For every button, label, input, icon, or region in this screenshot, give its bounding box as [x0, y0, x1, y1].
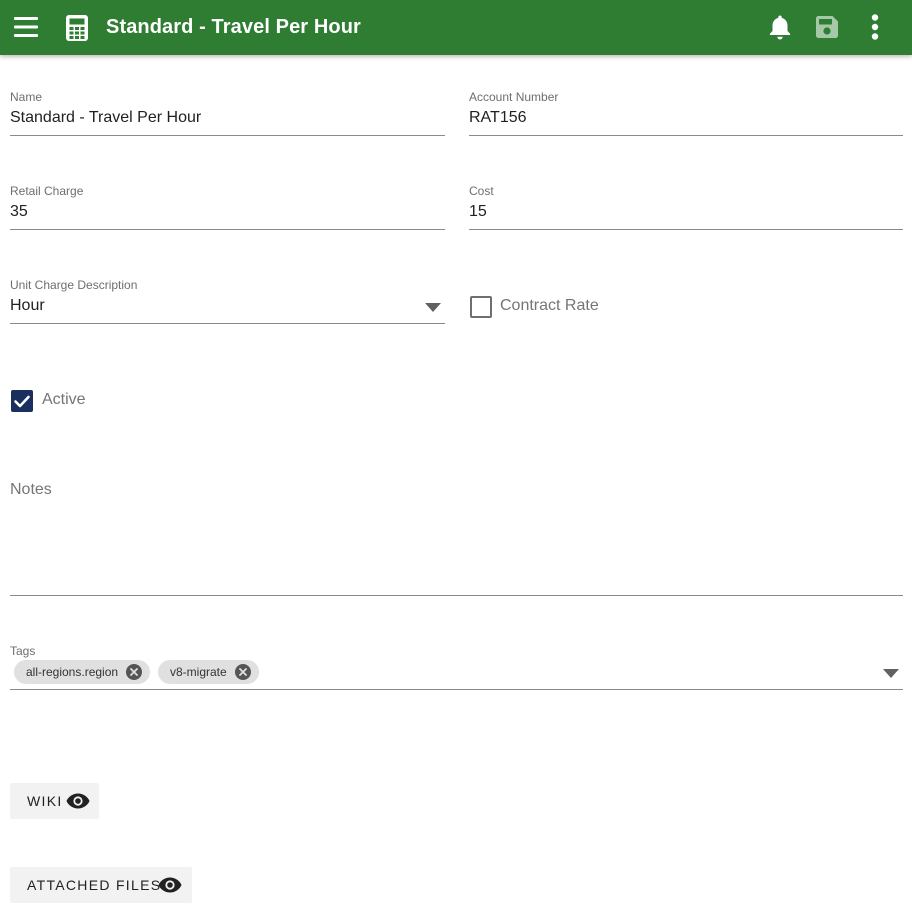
tag-chip-label: all-regions.region: [26, 665, 119, 679]
contract-rate-checkbox[interactable]: [470, 296, 492, 318]
tag-chip[interactable]: v8-migrate: [158, 660, 259, 684]
retail-charge-value[interactable]: 35: [10, 203, 28, 221]
check-icon: [14, 395, 30, 408]
tags-dropdown-arrow-icon[interactable]: [883, 669, 899, 678]
name-underline: [10, 135, 445, 136]
tag-chip-label: v8-migrate: [170, 665, 227, 679]
wiki-button-label: WIKI: [27, 793, 63, 809]
retail-charge-underline: [10, 229, 445, 230]
remove-tag-icon[interactable]: [235, 664, 251, 680]
tags-field[interactable]: Tags all-regions.region v8-migrate: [10, 644, 903, 690]
name-label: Name: [10, 90, 43, 104]
notes-placeholder: Notes: [10, 481, 52, 498]
account-number-underline: [469, 135, 903, 136]
menu-icon[interactable]: [14, 15, 38, 39]
account-number-value[interactable]: RAT156: [469, 109, 527, 127]
active-checkbox[interactable]: [11, 390, 33, 412]
cost-underline: [469, 229, 903, 230]
unit-charge-description-label: Unit Charge Description: [10, 278, 138, 292]
eye-icon: [66, 793, 90, 809]
bell-icon[interactable]: [768, 15, 792, 40]
contract-rate-label: Contract Rate: [500, 297, 599, 314]
save-icon[interactable]: [816, 16, 838, 38]
calculator-icon: [66, 15, 88, 41]
tags-underline: [10, 689, 903, 690]
account-number-field[interactable]: Account Number RAT156: [469, 90, 903, 136]
unit-charge-description-value: Hour: [10, 297, 45, 314]
cost-field[interactable]: Cost 15: [469, 184, 903, 230]
name-value[interactable]: Standard - Travel Per Hour: [10, 109, 201, 127]
remove-tag-icon[interactable]: [126, 664, 142, 680]
page-title: Standard - Travel Per Hour: [106, 16, 361, 38]
cost-value[interactable]: 15: [469, 203, 487, 221]
tag-chip[interactable]: all-regions.region: [14, 660, 150, 684]
notes-textarea[interactable]: Notes: [10, 480, 903, 596]
unit-charge-description-select[interactable]: Unit Charge Description Hour: [10, 278, 445, 324]
retail-charge-label: Retail Charge: [10, 184, 84, 198]
account-number-label: Account Number: [469, 90, 559, 104]
dropdown-arrow-icon[interactable]: [425, 303, 441, 312]
retail-charge-field[interactable]: Retail Charge 35: [10, 184, 445, 230]
active-label: Active: [42, 391, 86, 408]
cost-label: Cost: [469, 184, 494, 198]
eye-icon: [158, 877, 182, 893]
attached-files-button[interactable]: ATTACHED FILES: [10, 867, 192, 903]
app-bar: Standard - Travel Per Hour: [0, 0, 912, 55]
name-field[interactable]: Name Standard - Travel Per Hour: [10, 90, 445, 136]
more-vert-icon[interactable]: [871, 14, 879, 40]
attached-files-button-label: ATTACHED FILES: [27, 877, 162, 893]
tags-label: Tags: [10, 644, 36, 658]
unit-charge-description-underline: [10, 323, 445, 324]
notes-underline: [10, 595, 903, 596]
wiki-button[interactable]: WIKI: [10, 783, 99, 819]
